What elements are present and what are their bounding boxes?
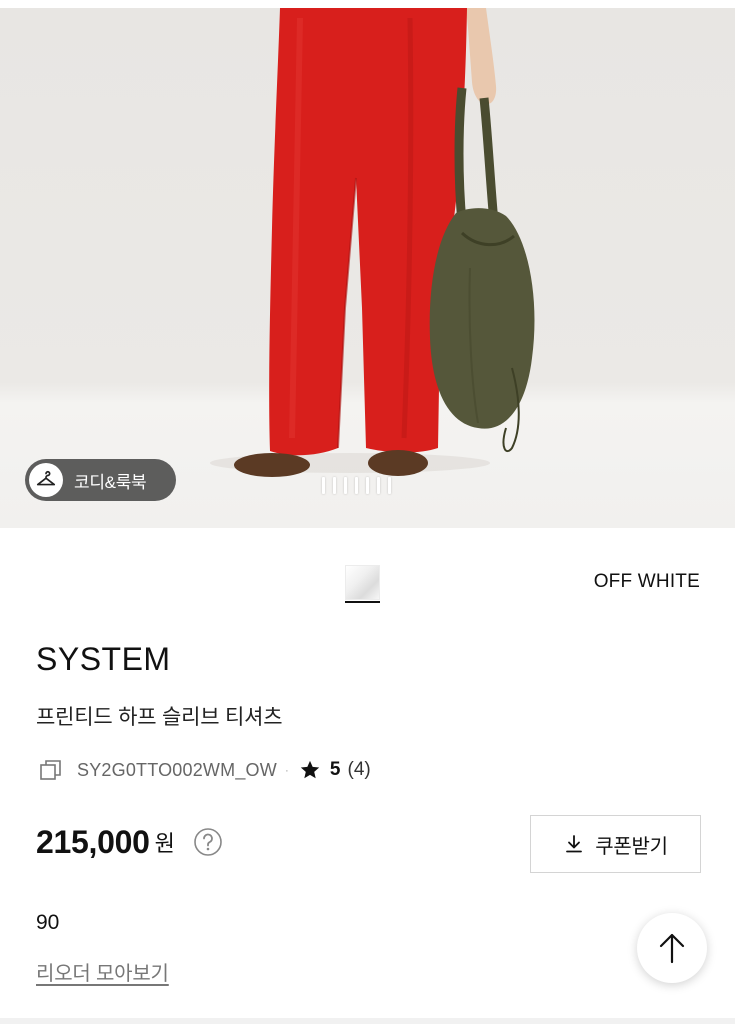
copy-icon[interactable] (38, 757, 64, 783)
separator-dot: · (284, 763, 289, 777)
color-swatch-selected[interactable] (345, 565, 380, 603)
color-name: OFF WHITE (593, 571, 700, 592)
price: 215,000 (36, 823, 150, 860)
pager-dot[interactable] (366, 477, 369, 494)
price-row: 215,000 원 (36, 822, 223, 862)
pager-dot[interactable] (333, 477, 336, 494)
brand-name[interactable]: SYSTEM (36, 641, 171, 678)
scroll-to-top-button[interactable] (637, 913, 707, 983)
carousel-pager (322, 477, 391, 494)
product-code-row: SY2G0TTO002WM_OW · 5 (4) (38, 756, 371, 784)
look-button-label: 코디&룩북 (74, 472, 147, 492)
arrow-up-icon (659, 933, 685, 964)
question-icon[interactable] (193, 827, 223, 857)
pager-dot[interactable] (388, 477, 391, 494)
review-count[interactable]: (4) (348, 759, 371, 781)
product-name: 프린티드 하프 슬리브 티셔츠 (36, 706, 283, 729)
currency: 원 (154, 831, 175, 856)
coupon-button-label: 쿠폰받기 (595, 835, 668, 858)
reorder-collection-link[interactable]: 리오더 모아보기 (36, 957, 169, 986)
download-icon (566, 835, 583, 853)
points-value: 90 (36, 911, 60, 934)
get-coupon-button[interactable]: 쿠폰받기 (530, 815, 701, 873)
product-code: SY2G0TTO002WM_OW (77, 759, 277, 780)
pager-dot[interactable] (355, 477, 358, 494)
product-image-carousel[interactable]: 코디&룩북 (0, 8, 735, 528)
star-icon (300, 760, 320, 779)
product-photo (210, 8, 535, 477)
color-swatch-thumbnail (345, 565, 380, 600)
hanger-icon (29, 463, 63, 497)
look-lookbook-button[interactable]: 코디&룩북 (25, 459, 176, 501)
rating-score: 5 (329, 759, 341, 780)
pager-dot[interactable] (344, 477, 347, 494)
pager-dot[interactable] (322, 477, 325, 494)
section-divider (0, 1018, 735, 1024)
pager-dot[interactable] (377, 477, 380, 494)
swatch-selected-underline (345, 601, 380, 603)
